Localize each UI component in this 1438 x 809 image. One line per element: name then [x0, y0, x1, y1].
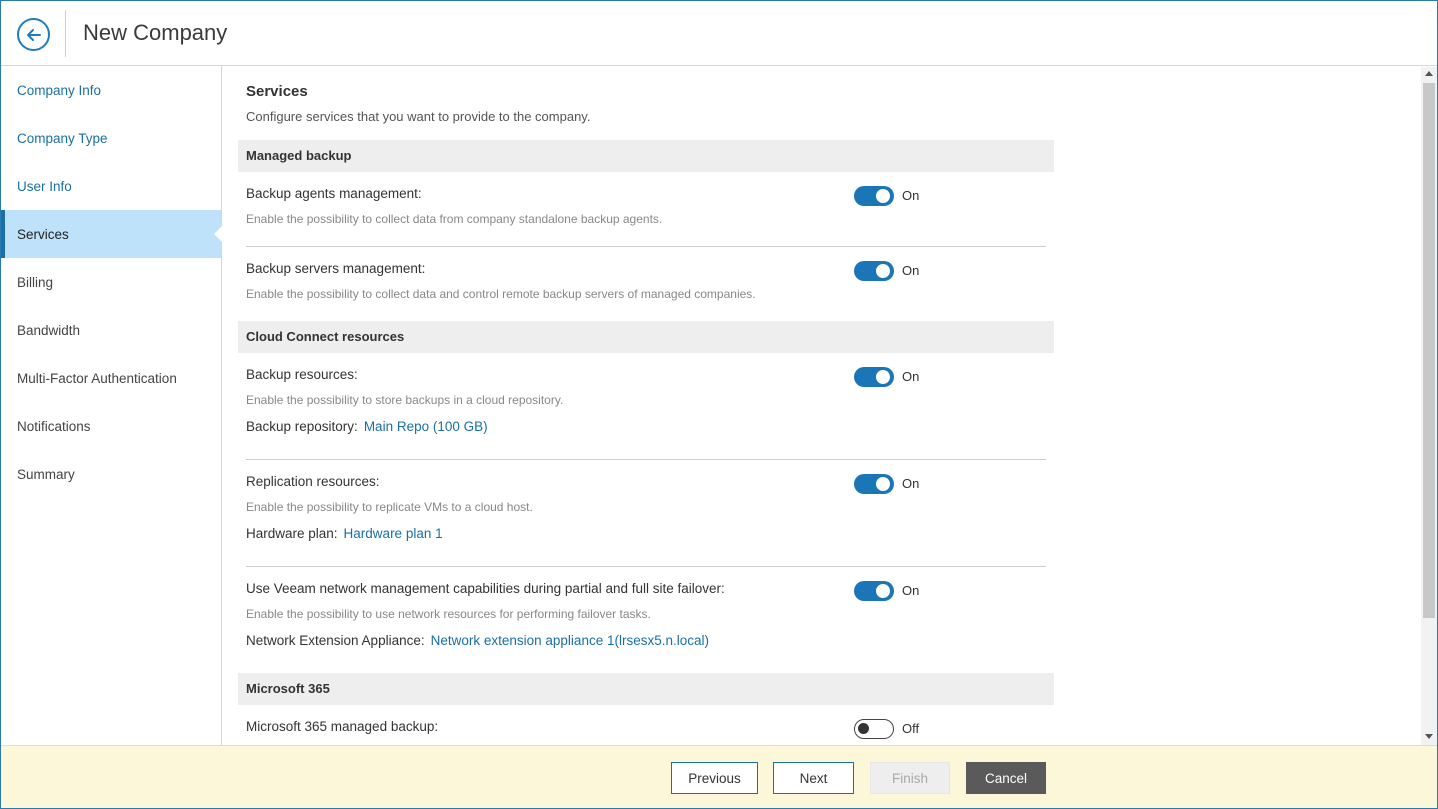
backup-agents-label: Backup agents management:: [246, 186, 422, 201]
divider: [246, 459, 1046, 460]
network-extension-row: Network Extension Appliance: Network exte…: [246, 633, 709, 648]
section-title: Services: [246, 83, 308, 100]
scroll-up-arrow-icon[interactable]: [1425, 71, 1433, 76]
vertical-scrollbar[interactable]: [1421, 67, 1437, 745]
page-title: New Company: [83, 20, 228, 45]
sidebar-item-services[interactable]: Services: [1, 210, 222, 258]
network-extension-label: Network Extension Appliance:: [246, 633, 425, 648]
header: New Company: [1, 1, 1437, 66]
group-header-managed-backup: Managed backup: [238, 140, 1054, 172]
back-button[interactable]: [17, 18, 50, 51]
network-management-label: Use Veeam network management capabilitie…: [246, 581, 725, 596]
wizard-window: New Company Company Info Company Type Us…: [0, 0, 1438, 809]
hardware-plan-row: Hardware plan: Hardware plan 1: [246, 526, 443, 541]
divider: [246, 566, 1046, 567]
arrow-left-icon: [26, 28, 41, 41]
group-header-microsoft-365: Microsoft 365: [238, 673, 1054, 705]
m365-backup-toggle[interactable]: [854, 719, 894, 739]
section-description: Configure services that you want to prov…: [246, 109, 591, 124]
toggle-knob: [876, 264, 890, 278]
finish-button[interactable]: Finish: [870, 762, 950, 794]
backup-resources-toggle[interactable]: [854, 367, 894, 387]
replication-resources-label: Replication resources:: [246, 474, 380, 489]
sidebar-item-user-info[interactable]: User Info: [1, 162, 221, 210]
sidebar-item-mfa[interactable]: Multi-Factor Authentication: [1, 354, 221, 402]
backup-servers-description: Enable the possibility to collect data a…: [246, 287, 756, 301]
sidebar-item-summary[interactable]: Summary: [1, 450, 221, 498]
toggle-knob: [876, 370, 890, 384]
backup-repository-row: Backup repository: Main Repo (100 GB): [246, 419, 488, 434]
toggle-knob: [876, 477, 890, 491]
network-management-toggle-state: On: [902, 583, 920, 598]
scroll-thumb[interactable]: [1423, 83, 1435, 618]
backup-resources-label: Backup resources:: [246, 367, 358, 382]
backup-servers-toggle-state: On: [902, 263, 920, 278]
header-divider: [65, 10, 66, 57]
network-management-toggle[interactable]: [854, 581, 894, 601]
previous-button[interactable]: Previous: [671, 762, 758, 794]
toggle-knob: [858, 723, 869, 734]
backup-servers-toggle[interactable]: [854, 261, 894, 281]
backup-agents-toggle[interactable]: [854, 186, 894, 206]
toggle-knob: [876, 584, 890, 598]
sidebar-item-notifications[interactable]: Notifications: [1, 402, 221, 450]
backup-resources-description: Enable the possibility to store backups …: [246, 393, 564, 407]
backup-agents-description: Enable the possibility to collect data f…: [246, 212, 663, 226]
wizard-footer: Previous Next Finish Cancel: [1, 745, 1437, 808]
cancel-button[interactable]: Cancel: [966, 762, 1046, 794]
backup-resources-toggle-state: On: [902, 369, 920, 384]
wizard-steps-sidebar: Company Info Company Type User Info Serv…: [1, 66, 222, 745]
sidebar-item-billing[interactable]: Billing: [1, 258, 221, 306]
replication-resources-toggle-state: On: [902, 476, 920, 491]
hardware-plan-label: Hardware plan:: [246, 526, 338, 541]
backup-servers-label: Backup servers management:: [246, 261, 426, 276]
backup-agents-toggle-state: On: [902, 188, 920, 203]
m365-backup-toggle-state: Off: [902, 721, 920, 736]
sidebar-item-company-type[interactable]: Company Type: [1, 114, 221, 162]
group-header-cloud-connect: Cloud Connect resources: [238, 321, 1054, 353]
toggle-knob: [876, 189, 890, 203]
services-panel: Services Configure services that you wan…: [223, 67, 1421, 745]
next-button[interactable]: Next: [773, 762, 854, 794]
network-extension-link[interactable]: Network extension appliance 1(lrsesx5.n.…: [431, 633, 709, 648]
scroll-down-arrow-icon[interactable]: [1425, 734, 1433, 739]
hardware-plan-link[interactable]: Hardware plan 1: [344, 526, 443, 541]
replication-resources-description: Enable the possibility to replicate VMs …: [246, 500, 533, 514]
replication-resources-toggle[interactable]: [854, 474, 894, 494]
backup-repository-label: Backup repository:: [246, 419, 358, 434]
network-management-description: Enable the possibility to use network re…: [246, 607, 651, 621]
m365-backup-label: Microsoft 365 managed backup:: [246, 719, 439, 734]
divider: [246, 246, 1046, 247]
backup-repository-link[interactable]: Main Repo (100 GB): [364, 419, 488, 434]
sidebar-item-bandwidth[interactable]: Bandwidth: [1, 306, 221, 354]
sidebar-item-company-info[interactable]: Company Info: [1, 66, 221, 114]
